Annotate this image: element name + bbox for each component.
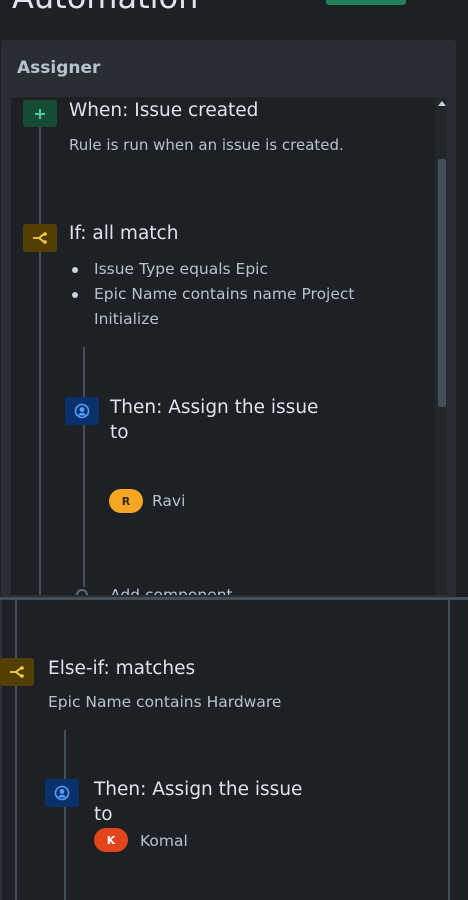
scroll-up-arrow-icon[interactable] — [438, 101, 446, 106]
assignee-name: Ravi — [152, 492, 186, 510]
plus-icon — [34, 108, 46, 120]
user-circle-icon — [54, 785, 70, 801]
background-strip — [450, 600, 468, 900]
rule-name: Assigner — [17, 58, 101, 78]
action-node[interactable] — [65, 397, 99, 425]
else-if-description: Epic Name contains Hardware — [48, 693, 282, 711]
condition-title[interactable]: If: all match — [69, 223, 178, 244]
rule-chain: When: Issue created Rule is run when an … — [11, 97, 447, 595]
action-title-line2: to — [94, 804, 113, 825]
action-title-line2: to — [110, 422, 129, 443]
action-title-line1[interactable]: Then: Assign the issue — [94, 779, 302, 800]
branch-connector-line — [83, 347, 85, 587]
branch-connector-line — [64, 730, 66, 900]
details-sidebar-fragment — [456, 40, 468, 600]
branch-icon — [32, 231, 48, 245]
else-if-title[interactable]: Else-if: matches — [48, 658, 195, 679]
action-title-line1[interactable]: Then: Assign the issue — [110, 397, 318, 418]
rule-chain-continued: Else-if: matches Epic Name contains Hard… — [0, 600, 450, 900]
main-connector-line — [15, 600, 17, 900]
add-component-dot[interactable] — [76, 589, 88, 595]
avatar: R — [109, 489, 143, 513]
scrollbar-thumb[interactable] — [438, 159, 446, 407]
header-action-button[interactable] — [326, 0, 406, 5]
add-component-link[interactable]: Add component — [110, 586, 233, 595]
page-title: Automation — [12, 0, 198, 16]
trigger-node[interactable] — [23, 100, 57, 127]
trigger-title[interactable]: When: Issue created — [69, 100, 258, 121]
condition-list: Issue Type equals Epic Epic Name contain… — [69, 257, 409, 332]
condition-item: Issue Type equals Epic — [69, 257, 409, 282]
avatar: K — [94, 828, 128, 852]
branch-icon — [9, 665, 25, 679]
else-if-node[interactable] — [0, 658, 34, 686]
main-connector-line — [39, 127, 41, 595]
action-node[interactable] — [45, 779, 79, 807]
assignee-name: Komal — [140, 832, 188, 850]
rule-panel: Assigner When: Issue created Rule is run… — [1, 40, 456, 597]
condition-node[interactable] — [23, 224, 57, 252]
user-circle-icon — [74, 403, 90, 419]
condition-item: Epic Name contains name Project Initiali… — [69, 282, 409, 332]
trigger-description: Rule is run when an issue is created. — [69, 136, 344, 154]
